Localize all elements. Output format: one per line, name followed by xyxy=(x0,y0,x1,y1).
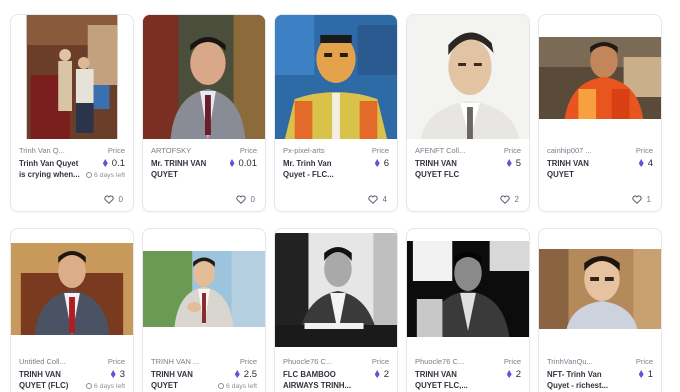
nft-image[interactable] xyxy=(275,15,397,139)
price-label: Price xyxy=(371,357,389,366)
heart-icon xyxy=(235,195,246,204)
price-value: 2.5 xyxy=(218,369,257,380)
price-label: Price xyxy=(239,146,257,155)
eth-icon xyxy=(374,159,380,167)
clock-icon xyxy=(218,383,225,389)
price-value: 0.01 xyxy=(229,158,257,169)
nft-image[interactable] xyxy=(275,233,397,347)
nft-grid: Trinh Van Q... Price Trinh Van Quyet is c… xyxy=(0,0,680,392)
price-value: 4 xyxy=(638,158,653,169)
price-value: 5 xyxy=(506,158,521,169)
like-count: 4 xyxy=(382,195,387,204)
nft-title[interactable]: TRINH VAN QUYET xyxy=(547,158,617,180)
nft-card[interactable]: Phuocle76 C... Price FLC BAMBOO AIRWAYS T… xyxy=(274,228,398,392)
eth-icon xyxy=(638,159,644,167)
eth-icon xyxy=(102,159,108,167)
nft-image[interactable] xyxy=(11,243,133,335)
like-button[interactable]: 4 xyxy=(367,195,387,204)
collection-name[interactable]: ARTOFSKY xyxy=(151,146,191,155)
like-count: 1 xyxy=(646,195,651,204)
like-button[interactable]: 0 xyxy=(103,195,123,204)
heart-icon xyxy=(631,195,642,204)
nft-image[interactable] xyxy=(539,249,661,329)
nft-title[interactable]: TRINH VAN QUYET (FLC) xyxy=(19,369,86,391)
like-count: 0 xyxy=(118,195,123,204)
nft-title[interactable]: NFT- Trinh Van Quyet - richest... xyxy=(547,369,617,391)
nft-image[interactable] xyxy=(407,241,529,337)
collection-name[interactable]: Phuocle76 C... xyxy=(415,357,464,366)
price-label: Price xyxy=(635,146,653,155)
price-value: 1 xyxy=(638,369,653,380)
nft-image[interactable] xyxy=(143,251,265,327)
collection-name[interactable]: Phuocle76 C... xyxy=(283,357,332,366)
like-count: 2 xyxy=(514,195,519,204)
eth-icon xyxy=(229,159,235,167)
collection-name[interactable]: TrinhVanQu... xyxy=(547,357,593,366)
price-label: Price xyxy=(371,146,389,155)
nft-title[interactable]: FLC BAMBOO AIRWAYS TRINH... xyxy=(283,369,353,391)
like-count: 0 xyxy=(250,195,255,204)
nft-title[interactable]: Mr. Trinh Van Quyet - FLC... xyxy=(283,158,353,180)
collection-name[interactable]: Px-pixel-arts xyxy=(283,146,325,155)
price-label: Price xyxy=(107,146,125,155)
collection-name[interactable]: AFENFT Coll... xyxy=(415,146,465,155)
nft-image[interactable] xyxy=(539,37,661,119)
eth-icon xyxy=(506,159,512,167)
price-value: 6 xyxy=(374,158,389,169)
nft-title[interactable]: Mr. TRINH VAN QUYET xyxy=(151,158,221,180)
price-value: 3 xyxy=(86,369,125,380)
nft-card[interactable]: ARTOFSKY Price Mr. TRINH VAN QUYET 0.01 0 xyxy=(142,14,266,212)
time-left: 6 days left xyxy=(86,172,125,179)
heart-icon xyxy=(367,195,378,204)
nft-image[interactable] xyxy=(143,15,265,139)
heart-icon xyxy=(499,195,510,204)
nft-title[interactable]: TRINH VAN QUYET xyxy=(151,369,218,391)
nft-card[interactable]: TRINH VAN ... Price TRINH VAN QUYET 2.5 6… xyxy=(142,228,266,392)
collection-name[interactable]: Untitled Coll... xyxy=(19,357,66,366)
nft-card[interactable]: cainhip007 ... Price TRINH VAN QUYET 4 1 xyxy=(538,14,662,212)
clock-icon xyxy=(86,172,93,178)
eth-icon xyxy=(506,370,512,378)
like-button[interactable]: 2 xyxy=(499,195,519,204)
like-button[interactable]: 1 xyxy=(631,195,651,204)
nft-title[interactable]: TRINH VAN QUYET FLC,... xyxy=(415,369,485,391)
nft-card[interactable]: AFENFT Coll... Price TRINH VAN QUYET FLC … xyxy=(406,14,530,212)
like-button[interactable]: 0 xyxy=(235,195,255,204)
collection-name[interactable]: cainhip007 ... xyxy=(547,146,592,155)
nft-image[interactable] xyxy=(407,15,529,139)
nft-card[interactable]: Trinh Van Q... Price Trinh Van Quyet is c… xyxy=(10,14,134,212)
price-label: Price xyxy=(635,357,653,366)
eth-icon xyxy=(374,370,380,378)
nft-image[interactable] xyxy=(11,15,133,139)
collection-name[interactable]: TRINH VAN ... xyxy=(151,357,199,366)
price-label: Price xyxy=(107,357,125,366)
nft-card[interactable]: Px-pixel-arts Price Mr. Trinh Van Quyet -… xyxy=(274,14,398,212)
nft-card[interactable]: Phuocle76 C... Price TRINH VAN QUYET FLC,… xyxy=(406,228,530,392)
eth-icon xyxy=(638,370,644,378)
nft-title[interactable]: Trinh Van Quyet is crying when... xyxy=(19,158,86,180)
collection-name[interactable]: Trinh Van Q... xyxy=(19,146,65,155)
nft-card[interactable]: Untitled Coll... Price TRINH VAN QUYET (F… xyxy=(10,228,134,392)
nft-card[interactable]: TrinhVanQu... Price NFT- Trinh Van Quyet … xyxy=(538,228,662,392)
eth-icon xyxy=(234,370,240,378)
price-label: Price xyxy=(503,357,521,366)
price-value: 2 xyxy=(506,369,521,380)
heart-icon xyxy=(103,195,114,204)
time-left: 6 days left xyxy=(218,383,257,390)
price-label: Price xyxy=(503,146,521,155)
clock-icon xyxy=(86,383,93,389)
nft-title[interactable]: TRINH VAN QUYET FLC xyxy=(415,158,485,180)
price-value: 0.1 xyxy=(86,158,125,169)
eth-icon xyxy=(110,370,116,378)
price-label: Price xyxy=(239,357,257,366)
price-value: 2 xyxy=(374,369,389,380)
time-left: 6 days left xyxy=(86,383,125,390)
